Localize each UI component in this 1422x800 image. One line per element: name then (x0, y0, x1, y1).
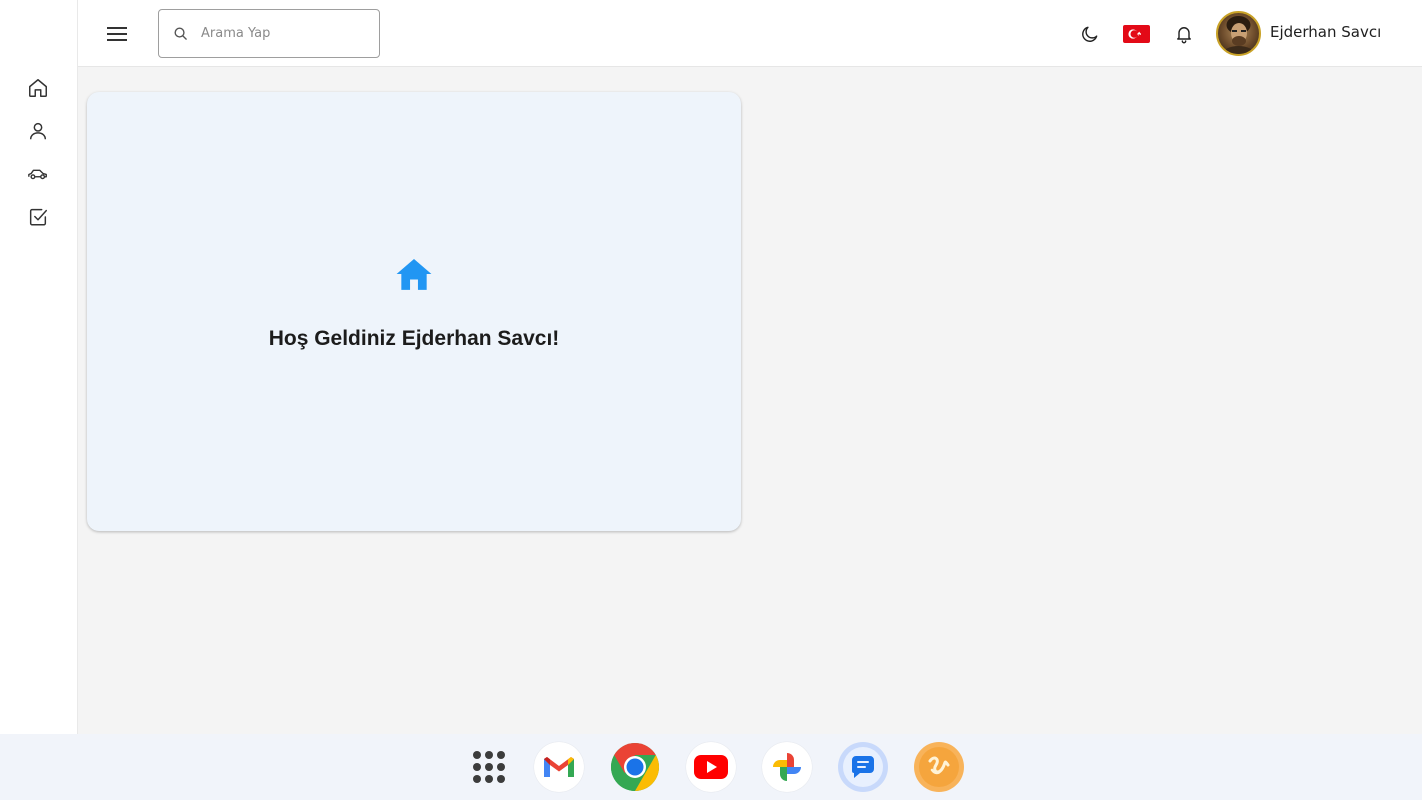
turkey-flag-icon (1123, 25, 1150, 43)
welcome-message: Hoş Geldiniz Ejderhan Savcı! (268, 327, 560, 350)
welcome-card: Hoş Geldiniz Ejderhan Savcı! (87, 92, 741, 531)
gmail-icon (544, 757, 574, 777)
launcher-dot (497, 763, 505, 771)
squiggle-app-icon (919, 747, 959, 787)
home-icon (396, 258, 432, 290)
youtube-app[interactable] (686, 742, 736, 792)
hamburger-icon (107, 27, 127, 41)
launcher-dot (497, 775, 505, 783)
launcher-dot (473, 763, 481, 771)
chrome-icon (610, 743, 660, 791)
photos-app[interactable] (762, 742, 812, 792)
menu-button[interactable] (104, 21, 130, 47)
app-launcher-button[interactable] (472, 750, 506, 784)
home-icon (29, 79, 47, 97)
bell-icon (1177, 27, 1191, 44)
photos-pinwheel-icon (773, 753, 801, 781)
search-box[interactable] (158, 9, 380, 58)
avatar-photo (1222, 16, 1255, 54)
notifications-button[interactable] (1172, 22, 1196, 46)
sidebar-item-home[interactable] (24, 74, 52, 102)
youtube-icon (694, 755, 728, 779)
dark-mode-toggle[interactable] (1078, 22, 1102, 46)
launcher-dot (473, 775, 481, 783)
avatar[interactable] (1216, 11, 1261, 56)
launcher-dot (473, 751, 481, 759)
gmail-app[interactable] (534, 742, 584, 792)
launcher-dot (485, 751, 493, 759)
car-icon (28, 169, 47, 180)
moon-icon (1082, 26, 1098, 42)
orange-app[interactable] (914, 742, 964, 792)
messages-icon (843, 747, 883, 787)
sidebar (0, 0, 78, 734)
chrome-app[interactable] (610, 742, 660, 792)
sidebar-item-profile[interactable] (24, 117, 52, 145)
checkbox-icon (29, 208, 47, 226)
search-icon (172, 26, 188, 42)
sidebar-item-vehicles[interactable] (24, 160, 52, 188)
top-bar: Ejderhan Savcı (78, 0, 1422, 67)
search-input[interactable] (199, 25, 369, 42)
launcher-dot (497, 751, 505, 759)
user-name[interactable]: Ejderhan Savcı (1270, 23, 1381, 41)
sidebar-item-tasks[interactable] (24, 203, 52, 231)
launcher-dot (485, 775, 493, 783)
language-selector[interactable] (1123, 25, 1150, 43)
messages-app[interactable] (838, 742, 888, 792)
launcher-dot (485, 763, 493, 771)
user-icon (29, 122, 47, 140)
